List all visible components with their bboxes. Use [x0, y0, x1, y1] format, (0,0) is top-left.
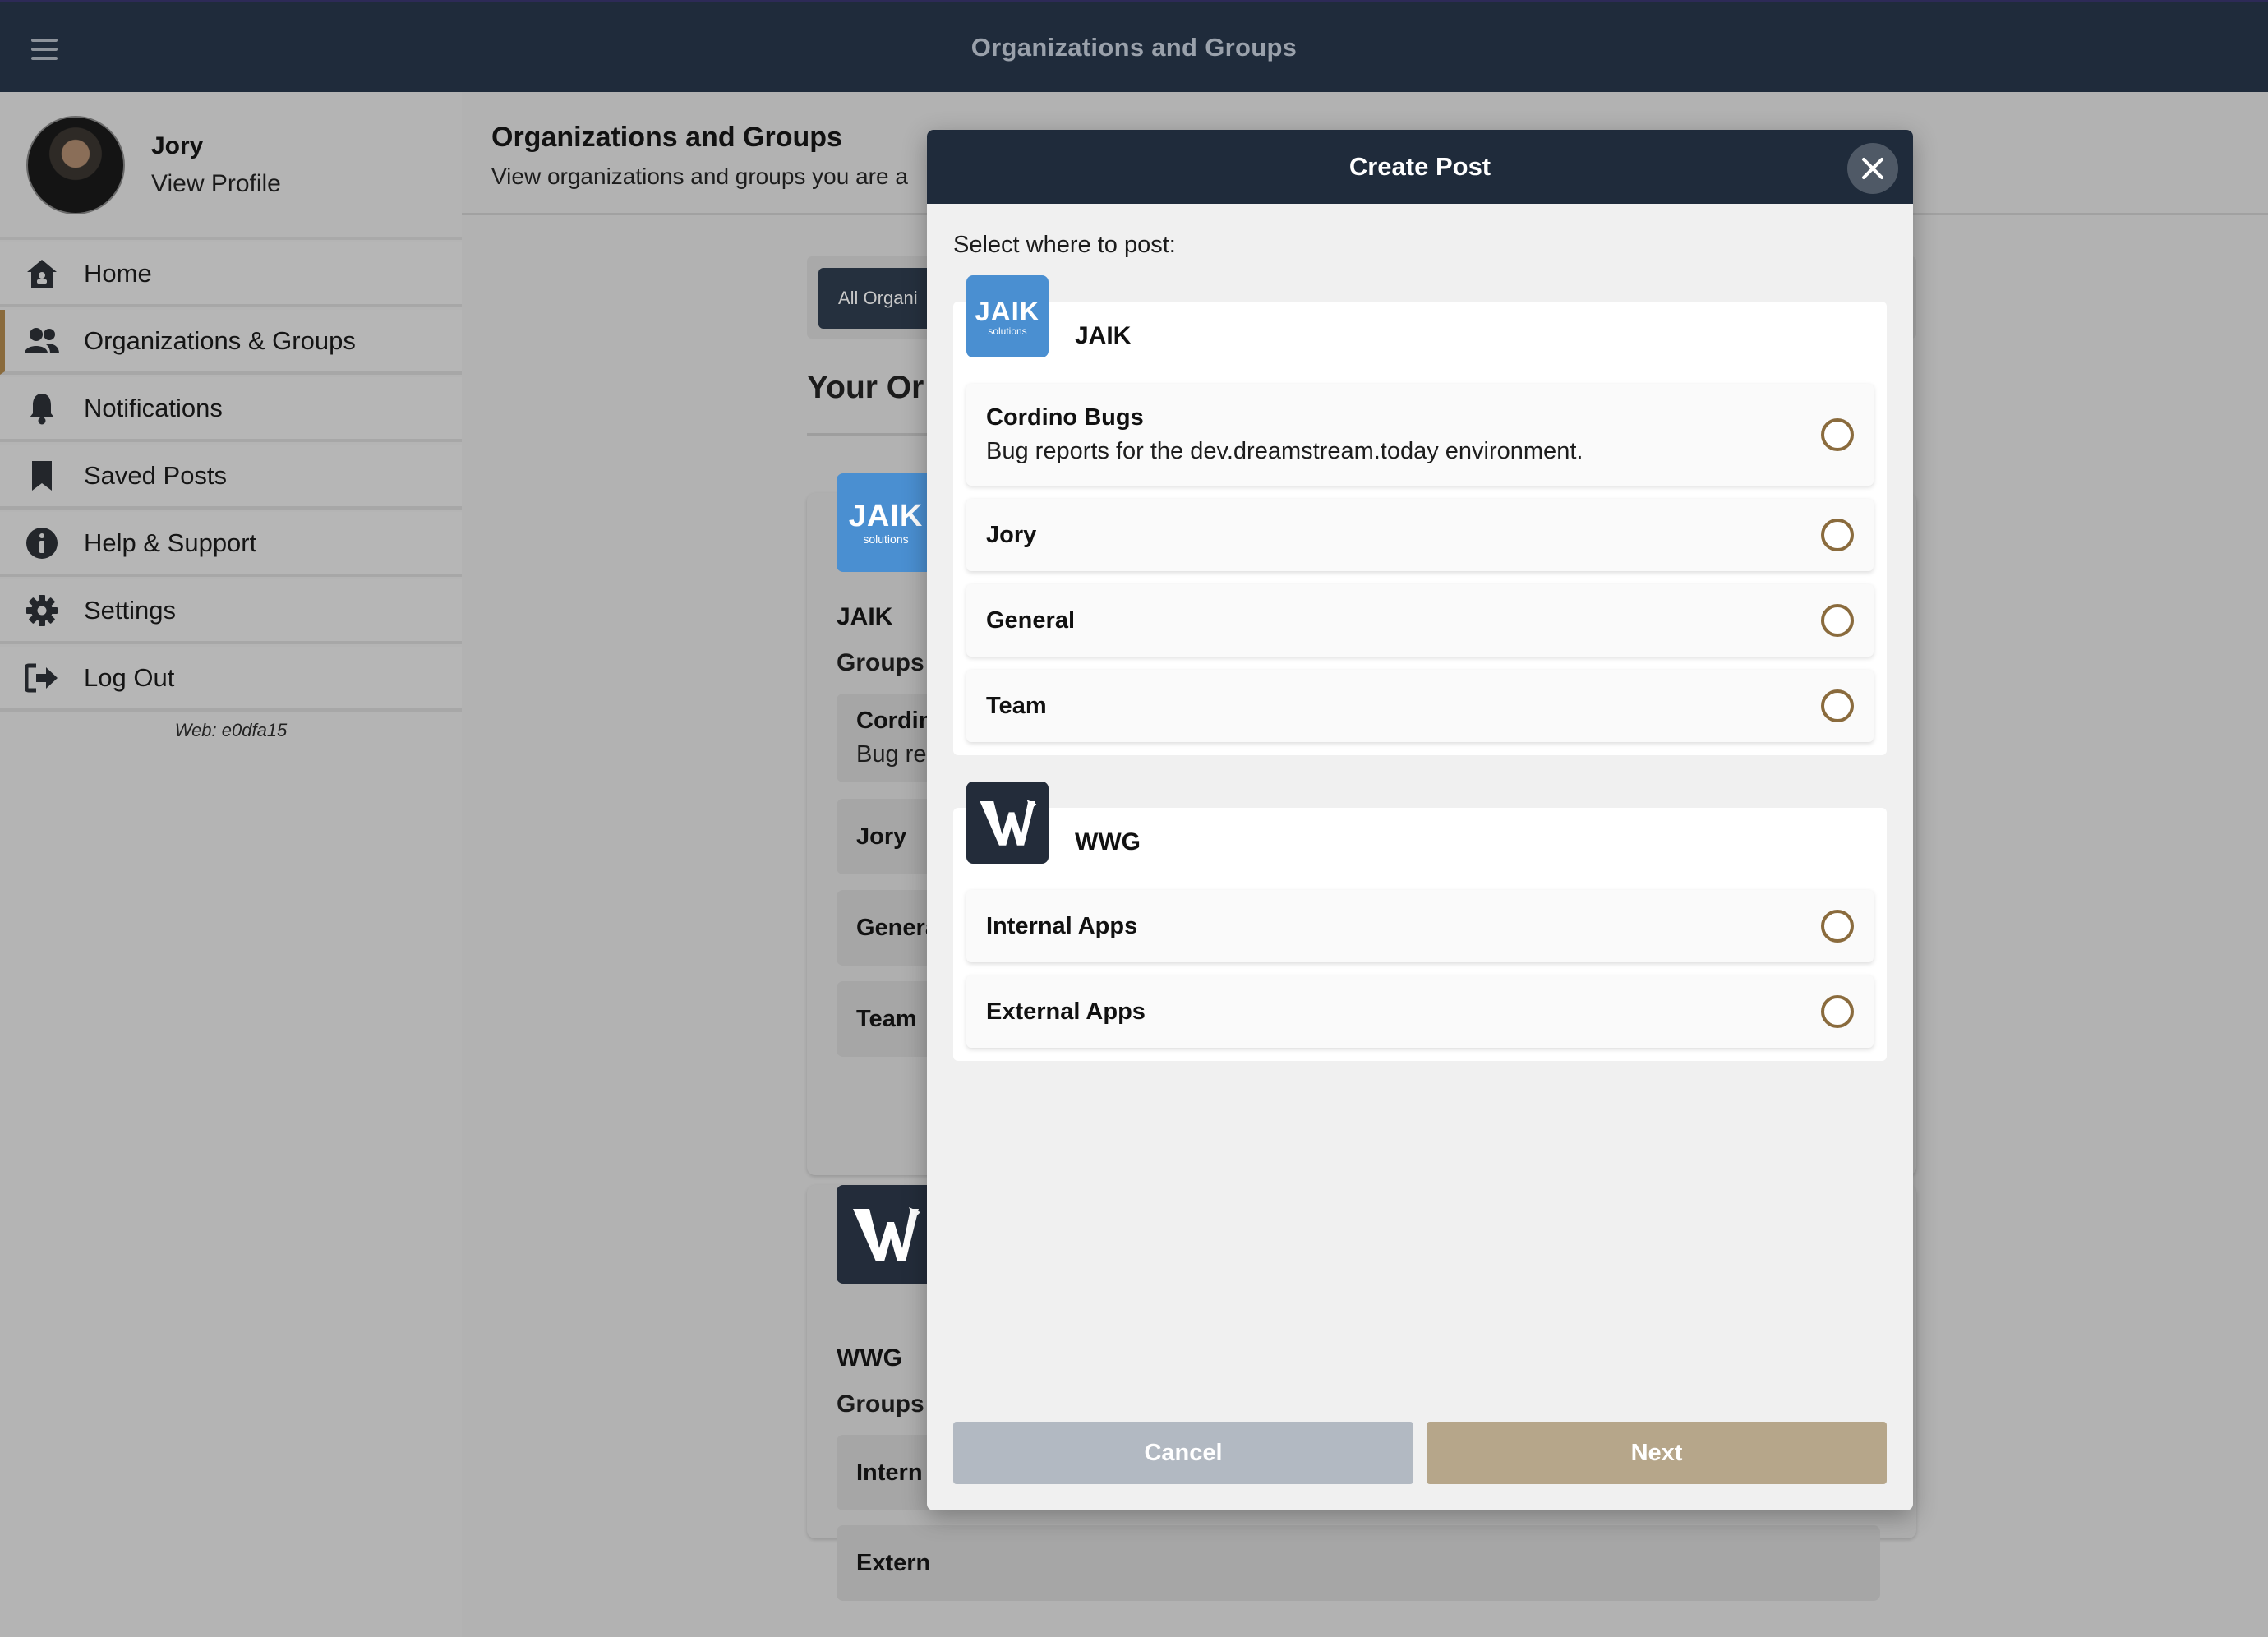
post-target-prompt: Select where to post:: [953, 232, 1176, 258]
sidebar-item-saved-posts[interactable]: Saved Posts: [0, 445, 462, 510]
users-icon: [25, 324, 59, 358]
org-block-wwg: WWG Internal Apps External Apps: [953, 782, 1887, 1061]
groups-label: Groups: [837, 1390, 924, 1418]
sidebar-item-label: Settings: [84, 595, 177, 625]
sidebar-item-organizations[interactable]: Organizations & Groups: [0, 310, 462, 375]
group-option-general[interactable]: General: [966, 584, 1874, 657]
group-option-team[interactable]: Team: [966, 670, 1874, 742]
group-name: External Apps: [986, 998, 1146, 1025]
jaik-logo-sub: solutions: [988, 325, 1027, 337]
org-block-jaik: JAIK solutions JAIK Cordino Bugs Bug rep…: [953, 275, 1887, 755]
group-option-cordino-bugs[interactable]: Cordino Bugs Bug reports for the dev.dre…: [966, 384, 1874, 486]
sidebar-item-label: Log Out: [84, 662, 175, 692]
top-bar-title: Organizations and Groups: [970, 32, 1298, 62]
group-option-internal-apps[interactable]: Internal Apps: [966, 890, 1874, 962]
sidebar-item-label: Help & Support: [84, 528, 257, 557]
group-name: Team: [986, 692, 1047, 719]
modal-header: Create Post: [927, 130, 1913, 204]
view-profile-link[interactable]: View Profile: [151, 170, 281, 198]
org-name: WWG: [837, 1344, 902, 1372]
group-name: General: [986, 606, 1075, 634]
jaik-logo-word: JAIK: [848, 499, 924, 533]
gear-icon: [25, 593, 59, 628]
wwg-logo: [837, 1185, 935, 1284]
radio-button[interactable]: [1821, 519, 1854, 551]
radio-button[interactable]: [1821, 910, 1854, 943]
logout-icon: [25, 661, 59, 695]
sidebar-item-help[interactable]: Help & Support: [0, 512, 462, 577]
home-icon: [25, 256, 59, 291]
jaik-logo-word: JAIK: [975, 295, 1040, 326]
modal-title: Create Post: [1348, 152, 1491, 181]
jaik-logo-sub: solutions: [863, 533, 909, 546]
group-desc: Bug reports for the dev.dreamstream.toda…: [986, 438, 1583, 464]
group-name: Jory: [986, 521, 1037, 548]
app-window: Organizations and Groups Jory View Profi…: [0, 0, 2268, 1637]
org-name: JAIK: [837, 603, 893, 630]
create-post-modal: Create Post Select where to post: JAIK s…: [927, 130, 1913, 1510]
top-bar: Organizations and Groups: [0, 0, 2268, 92]
sidebar: Jory View Profile Home Organizations & G…: [0, 92, 462, 1637]
sidebar-item-label: Home: [84, 258, 152, 288]
group-option-external-apps[interactable]: External Apps: [966, 975, 1874, 1048]
sidebar-item-settings[interactable]: Settings: [0, 579, 462, 644]
version-label: Web: e0dfa15: [174, 720, 288, 740]
profile-name: Jory: [151, 131, 204, 159]
section-title: Your Or: [807, 370, 924, 405]
radio-button[interactable]: [1821, 995, 1854, 1028]
profile-card[interactable]: Jory View Profile: [0, 92, 462, 240]
sidebar-item-label: Organizations & Groups: [84, 325, 356, 355]
radio-button[interactable]: [1821, 604, 1854, 637]
group-name: Internal Apps: [986, 912, 1138, 939]
close-button[interactable]: [1847, 143, 1898, 194]
sidebar-item-label: Notifications: [84, 393, 223, 422]
jaik-logo: JAIK solutions: [966, 275, 1049, 357]
sidebar-item-label: Saved Posts: [84, 460, 228, 490]
radio-button[interactable]: [1821, 689, 1854, 722]
org-name: JAIK: [1075, 322, 1132, 349]
jaik-logo: JAIK solutions: [837, 473, 935, 572]
wwg-logo: [966, 782, 1049, 864]
avatar[interactable]: [26, 115, 125, 214]
sidebar-item-notifications[interactable]: Notifications: [0, 377, 462, 442]
next-button[interactable]: Next: [1427, 1422, 1887, 1484]
sidebar-item-logout[interactable]: Log Out: [0, 647, 462, 712]
groups-label: Groups: [837, 649, 924, 676]
sidebar-item-home[interactable]: Home: [0, 242, 462, 307]
radio-button[interactable]: [1821, 418, 1854, 451]
modal-footer: Cancel Next: [953, 1422, 1887, 1484]
bell-icon: [25, 391, 59, 426]
group-option-jory[interactable]: Jory: [966, 499, 1874, 571]
close-icon: [1862, 158, 1883, 179]
org-name: WWG: [1075, 828, 1141, 855]
group-name: Extern: [856, 1549, 931, 1576]
bookmark-icon: [25, 459, 59, 493]
list-item[interactable]: Extern: [837, 1525, 1880, 1601]
hamburger-icon[interactable]: [31, 39, 58, 60]
cancel-button[interactable]: Cancel: [953, 1422, 1413, 1484]
group-name: Cordino Bugs: [986, 404, 1144, 431]
info-icon: [25, 526, 59, 560]
